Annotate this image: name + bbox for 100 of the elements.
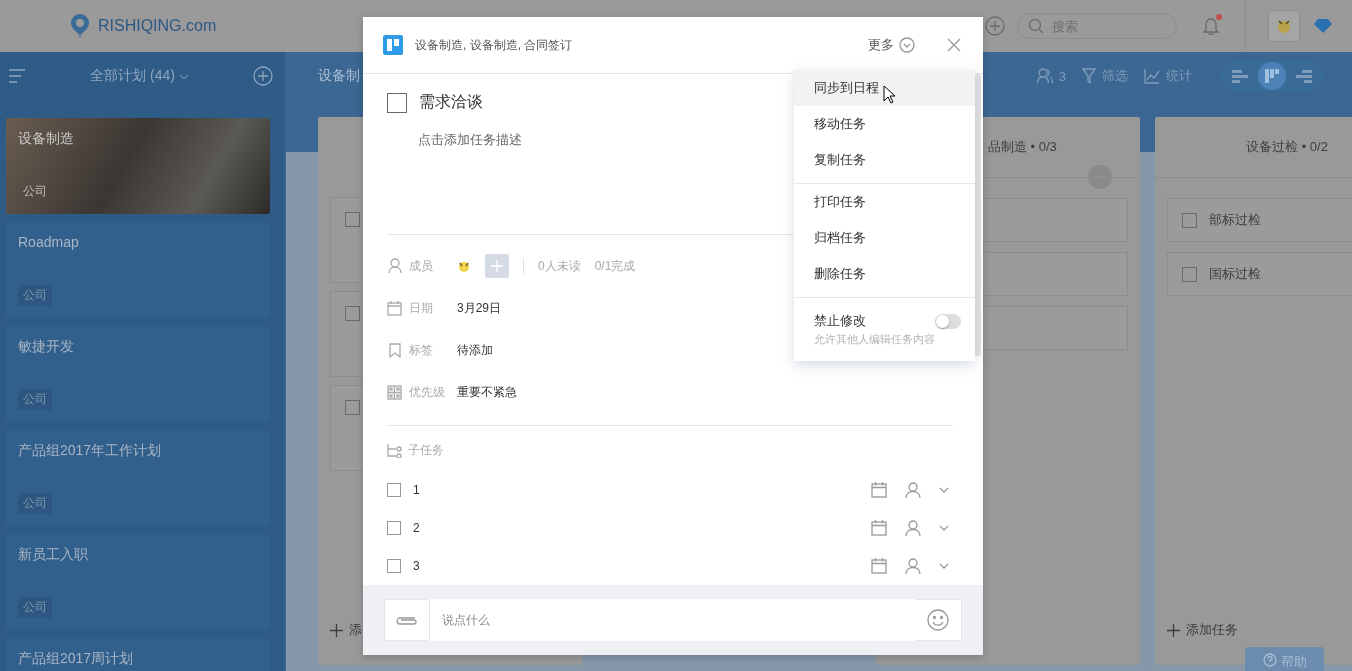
task-title[interactable]: 需求洽谈 <box>419 92 483 113</box>
chevron-down-icon[interactable] <box>939 525 949 531</box>
search-icon <box>1028 18 1044 34</box>
menu-item[interactable]: 归档任务 <box>794 220 975 256</box>
task-name: 部标过检 <box>1209 211 1261 229</box>
lock-toggle[interactable] <box>935 313 961 329</box>
plan-name: 新员工入职 <box>18 546 89 564</box>
members-icon <box>1036 68 1053 84</box>
field-label: 优先级 <box>409 383 446 401</box>
subtask-checkbox[interactable] <box>387 483 401 497</box>
plus-icon <box>490 259 504 273</box>
plan-card[interactable]: 新员工入职 公司 <box>6 534 270 630</box>
more-button[interactable]: 更多 <box>868 36 915 54</box>
subtask-name[interactable]: 2 <box>413 521 420 535</box>
add-task-button[interactable]: 添 <box>330 621 362 639</box>
chevron-down-icon[interactable] <box>939 563 949 569</box>
task-checkbox[interactable] <box>1182 266 1197 282</box>
calendar-icon[interactable] <box>871 520 887 536</box>
bell-icon[interactable] <box>1203 13 1223 35</box>
scrollbar[interactable] <box>975 74 981 356</box>
bookmark-icon <box>388 342 401 358</box>
plan-tag: 公司 <box>18 389 52 410</box>
board-icon <box>383 35 403 55</box>
gantt-bars-icon <box>1231 68 1249 84</box>
subtask-icon <box>387 443 402 458</box>
avatar-icon <box>457 259 471 273</box>
add-icon[interactable] <box>985 16 1005 36</box>
plan-name: 敏捷开发 <box>18 338 75 356</box>
subtask-name[interactable]: 1 <box>413 483 420 497</box>
plan-tag: 公司 <box>18 285 52 306</box>
calendar-icon <box>387 300 402 316</box>
description-placeholder[interactable]: 点击添加任务描述 <box>418 132 522 147</box>
close-icon[interactable] <box>947 38 961 52</box>
task-card[interactable]: 国标过检 <box>1167 252 1352 296</box>
plan-card[interactable]: 敏捷开发 公司 <box>6 326 270 422</box>
photo-plan-card[interactable]: 设备制造 公司 <box>6 118 270 214</box>
task-checkbox[interactable] <box>345 400 360 415</box>
lock-label: 禁止修改 <box>814 312 866 330</box>
task-checkbox[interactable] <box>387 92 407 113</box>
plan-card[interactable]: 产品组2017周计划 <box>6 638 270 671</box>
add-plan-icon[interactable] <box>253 66 273 86</box>
board-title: 设备制 <box>318 67 360 85</box>
menu-icon[interactable] <box>8 69 26 83</box>
plan-tag: 公司 <box>18 597 52 618</box>
task-name: 国标过检 <box>1209 265 1261 283</box>
field-value[interactable]: 待添加 <box>457 341 493 359</box>
person-icon[interactable] <box>905 519 921 537</box>
unread-count: 0人未读 <box>538 257 581 275</box>
column-title: 设备过检 • 0/2 <box>1246 138 1328 156</box>
plan-name: 产品组2017年工作计划 <box>18 442 163 460</box>
line-chart-icon <box>1144 68 1160 84</box>
comment-box[interactable]: 说点什么 <box>384 599 962 641</box>
field-label: 成员 <box>409 257 434 275</box>
task-checkbox[interactable] <box>345 306 360 321</box>
person-icon[interactable] <box>905 557 921 575</box>
completion-count: 0/1完成 <box>594 257 636 275</box>
add-task-button[interactable]: 添加任务 <box>1167 621 1238 639</box>
menu-item[interactable]: 同步到日程 <box>794 70 975 106</box>
plan-card[interactable]: 产品组2017年工作计划 公司 <box>6 430 270 526</box>
smiley-icon[interactable] <box>927 609 949 631</box>
task-checkbox[interactable] <box>1182 212 1197 228</box>
calendar-icon[interactable] <box>871 558 887 574</box>
column-title: 品制造 • 0/3 <box>988 138 1057 156</box>
board-view-button[interactable] <box>1258 62 1286 90</box>
subtasks-label: 子任务 <box>408 442 444 459</box>
plan-name: Roadmap <box>18 234 80 250</box>
help-icon <box>1262 653 1277 667</box>
plan-tag: 公司 <box>18 493 52 514</box>
calendar-icon[interactable] <box>871 482 887 498</box>
person-icon[interactable] <box>905 481 921 499</box>
menu-item[interactable]: 复制任务 <box>794 142 975 178</box>
task-card[interactable]: 部标过检 <box>1167 198 1352 242</box>
plan-name: 设备制造 <box>18 130 75 148</box>
location-pin-icon <box>70 13 90 39</box>
comment-field[interactable]: 说点什么 <box>429 599 915 641</box>
chevron-down-icon <box>178 74 189 80</box>
list-bars-icon <box>1295 68 1313 84</box>
menu-item[interactable]: 打印任务 <box>794 184 975 220</box>
diamond-icon[interactable] <box>1314 19 1332 33</box>
plus-icon <box>1167 623 1180 637</box>
plan-tag: 公司 <box>18 181 52 202</box>
chevron-down-icon[interactable] <box>939 487 949 493</box>
paperclip-icon[interactable] <box>395 615 417 625</box>
person-icon <box>387 258 402 274</box>
field-value[interactable]: 3月29日 <box>457 299 502 317</box>
menu-item[interactable]: 移动任务 <box>794 106 975 142</box>
grid-icon <box>387 384 402 400</box>
subtask-checkbox[interactable] <box>387 559 401 573</box>
subtask-name[interactable]: 3 <box>413 559 420 573</box>
subtask-checkbox[interactable] <box>387 521 401 535</box>
chevron-circle-icon <box>899 37 915 53</box>
plus-icon <box>330 623 343 637</box>
filter-icon <box>1082 68 1096 84</box>
cursor-icon <box>883 85 896 104</box>
lock-hint: 允许其他人编辑任务内容 <box>814 332 936 347</box>
field-value[interactable]: 重要不紧急 <box>457 383 517 401</box>
task-breadcrumb[interactable]: 设备制造, 设备制造, 合同签订 <box>415 36 856 54</box>
task-checkbox[interactable] <box>345 212 360 227</box>
plan-name: 产品组2017周计划 <box>18 650 135 668</box>
menu-item[interactable]: 删除任务 <box>794 256 975 292</box>
